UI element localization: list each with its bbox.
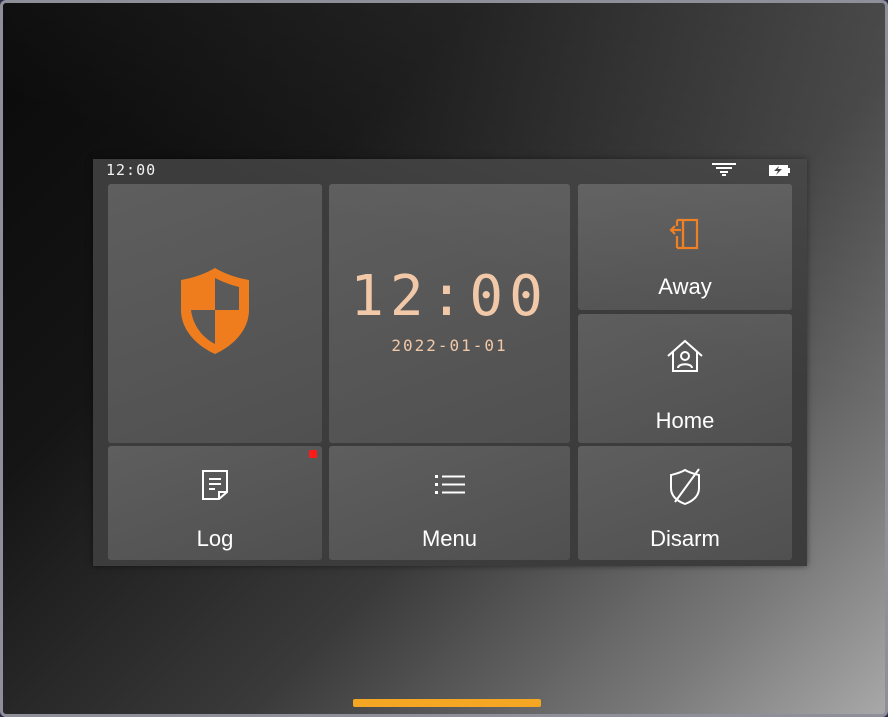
home-indicator-bar: [353, 699, 541, 707]
shield-off-icon: [670, 468, 700, 506]
list-icon: [434, 475, 465, 494]
away-label: Away: [658, 274, 712, 299]
home-button[interactable]: Home: [578, 314, 792, 443]
shield-icon: [181, 268, 249, 354]
door-exit-icon: [669, 218, 699, 250]
log-label: Log: [196, 526, 234, 551]
security-status-tile[interactable]: [108, 184, 322, 443]
battery-charging-icon: [769, 165, 790, 176]
clock-time: 12:00: [350, 264, 549, 329]
alarm-panel-device: 12:00 12:00 2022-01-01 Away Home Log Men…: [0, 0, 888, 717]
status-time: 12:00: [106, 161, 157, 179]
log-button[interactable]: Log: [108, 446, 322, 560]
clock-date: 2022-01-01: [391, 336, 508, 355]
document-icon: [202, 470, 228, 500]
clock-tile: 12:00 2022-01-01: [329, 184, 570, 443]
menu-label: Menu: [421, 526, 478, 551]
log-notification-dot: [309, 450, 317, 458]
house-person-icon: [667, 339, 703, 372]
disarm-label: Disarm: [650, 526, 720, 551]
away-button[interactable]: Away: [578, 184, 792, 310]
signal-icon: [712, 163, 736, 176]
home-label: Home: [655, 408, 715, 433]
status-bar: 12:00: [93, 159, 807, 181]
menu-button[interactable]: Menu: [329, 446, 570, 560]
touch-screen: 12:00 12:00 2022-01-01 Away Home Log Men…: [93, 159, 807, 566]
disarm-button[interactable]: Disarm: [578, 446, 792, 560]
